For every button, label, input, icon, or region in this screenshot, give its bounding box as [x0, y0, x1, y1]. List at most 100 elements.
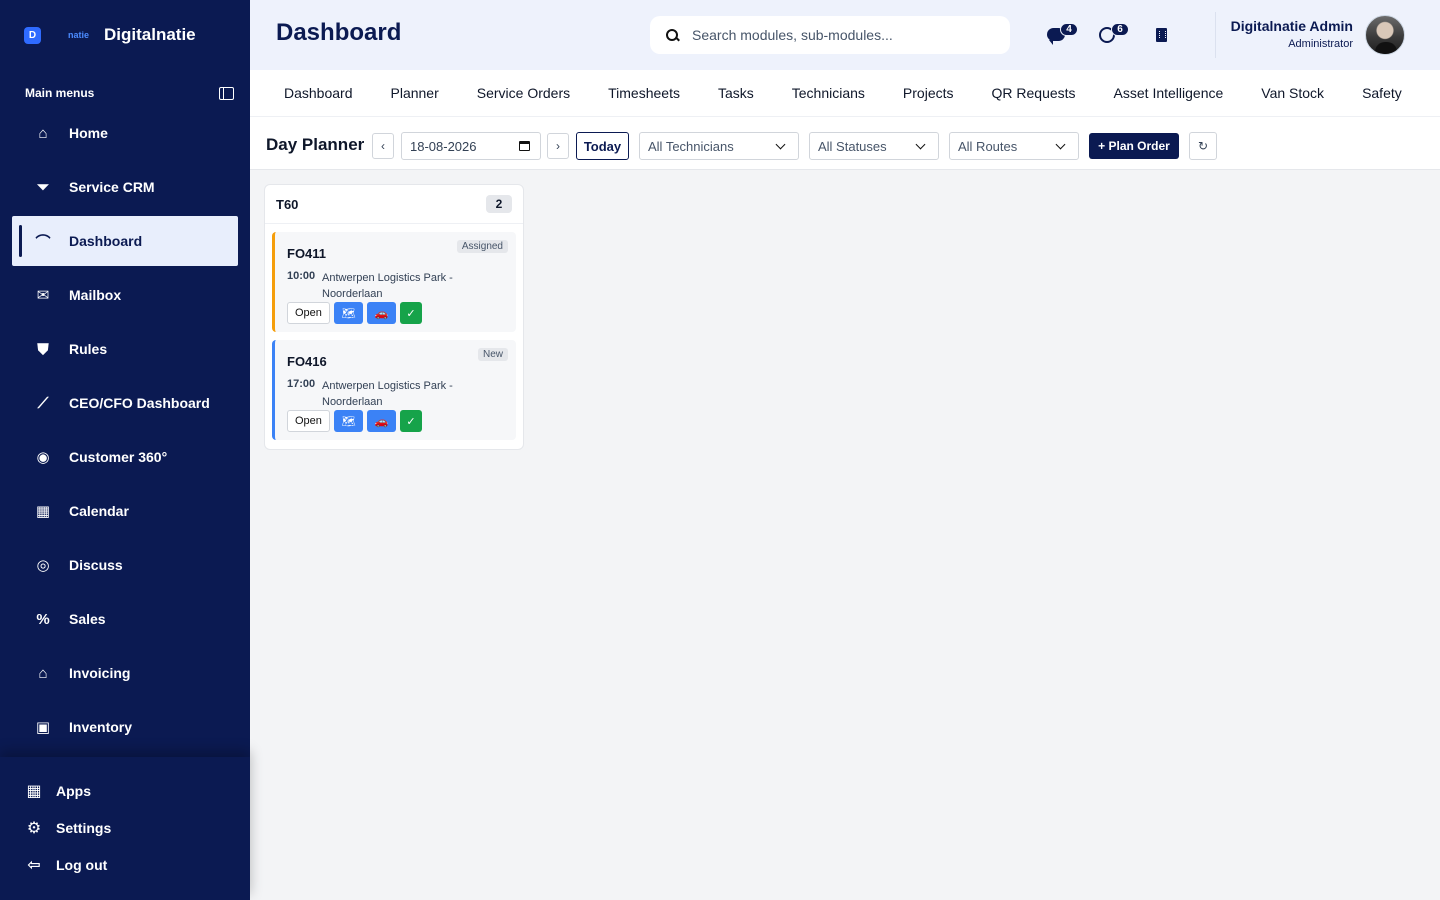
sidebar-item-label: Sales [69, 611, 106, 627]
card-actions: Open 🗺 🚗 ✓ [287, 302, 422, 324]
building-icon [1156, 28, 1167, 42]
chevron-down-icon [915, 139, 926, 150]
tab-qr-requests[interactable]: QR Requests [992, 85, 1076, 101]
planner-toolbar: Day Planner ‹ 18-08-2026 › Today All Tec… [250, 116, 1440, 170]
sidebar-item-label: Discuss [69, 557, 123, 573]
gauge-icon: ⌒ [35, 233, 51, 251]
company-switch-button[interactable] [1150, 24, 1176, 46]
tab-dashboard[interactable]: Dashboard [284, 85, 353, 101]
tab-safety[interactable]: Safety [1362, 85, 1402, 101]
plan-order-button[interactable]: + Plan Order [1089, 133, 1179, 159]
map-button[interactable]: 🗺 [333, 410, 363, 432]
search-icon [666, 28, 679, 42]
open-order-button[interactable]: Open [287, 302, 330, 324]
boxes-icon: ▣ [35, 719, 51, 736]
sidebar-collapse-icon[interactable] [219, 86, 234, 100]
previous-day-button[interactable]: ‹ [372, 133, 394, 159]
map-button[interactable]: 🗺 [333, 302, 363, 324]
map-icon: 🗺 [341, 307, 356, 320]
order-id: FO416 [287, 354, 327, 369]
today-button[interactable]: Today [576, 132, 629, 160]
sidebar-item-ceo-cfo-dashboard[interactable]: ⟋ CEO/CFO Dashboard [12, 378, 238, 428]
sidebar-item-logout[interactable]: ⇦ Log out [24, 855, 107, 875]
sidebar-item-invoicing[interactable]: ⌂ Invoicing [12, 648, 238, 698]
order-id: FO411 [287, 246, 327, 261]
sidebar-item-sales[interactable]: % Sales [12, 594, 238, 644]
open-order-button[interactable]: Open [287, 410, 330, 432]
percent-icon: % [36, 610, 50, 628]
sidebar-item-rules[interactable]: ⛊ Rules [12, 324, 238, 374]
main-menus-header: Main menus [25, 86, 234, 100]
map-icon: 🗺 [341, 415, 356, 428]
sidebar-item-label: Log out [56, 857, 108, 873]
car-icon: 🚗 [374, 415, 389, 428]
mail-icon: ✉ [36, 287, 50, 304]
status-badge: Assigned [456, 240, 508, 253]
logout-icon: ⇦ [27, 857, 41, 874]
sidebar: D natie Digitalnatie Main menus ⌂ Home ⏷ S… [0, 0, 250, 900]
route-button[interactable]: 🚗 [366, 410, 396, 432]
calendar-icon: ▦ [35, 503, 51, 520]
complete-button[interactable]: ✓ [399, 410, 422, 432]
planner-title: Day Planner [266, 135, 365, 154]
tab-technicians[interactable]: Technicians [792, 85, 865, 101]
route-filter-select[interactable]: All Routes [949, 132, 1079, 160]
sidebar-item-inventory[interactable]: ▣ Inventory [12, 702, 238, 752]
car-icon: 🚗 [374, 307, 389, 320]
tab-planner[interactable]: Planner [391, 85, 439, 101]
sidebar-item-label: Mailbox [69, 287, 122, 303]
search-bar[interactable] [650, 16, 1010, 54]
route-button[interactable]: 🚗 [366, 302, 396, 324]
sidebar-item-settings[interactable]: ⚙ Settings [24, 818, 111, 838]
technician-filter-value: All Technicians [648, 138, 734, 154]
sidebar-footer: ▦ Apps ⚙ Settings ⇦ Log out [0, 757, 250, 900]
sidebar-item-discuss[interactable]: ◎ Discuss [12, 540, 238, 590]
order-card[interactable]: FO411 Assigned 10:00 Antwerpen Logistics… [272, 232, 516, 332]
tab-service-orders[interactable]: Service Orders [477, 85, 570, 101]
technician-filter-select[interactable]: All Technicians [639, 132, 799, 160]
sidebar-item-label: Settings [56, 820, 112, 836]
bank-icon: ⌂ [38, 664, 48, 682]
home-icon: ⌂ [38, 124, 48, 142]
sidebar-item-label: CEO/CFO Dashboard [69, 395, 210, 411]
tab-projects[interactable]: Projects [903, 85, 954, 101]
date-value: 18-08-2026 [410, 138, 477, 154]
order-card[interactable]: FO416 New 17:00 Antwerpen Logistics Park… [272, 340, 516, 440]
status-badge: New [477, 348, 508, 361]
brand-logo[interactable]: D natie Digitalnatie [24, 22, 196, 48]
messages-button[interactable]: 4 [1047, 23, 1078, 46]
tab-van-stock[interactable]: Van Stock [1261, 85, 1324, 101]
sidebar-nav: ⌂ Home ⏷ Service CRM ⌒ Dashboard ✉ Mailbox ⛊… [12, 108, 238, 756]
status-filter-select[interactable]: All Statuses [809, 132, 939, 160]
next-day-button[interactable]: › [547, 133, 569, 159]
route-filter-value: All Routes [958, 138, 1018, 154]
refresh-button[interactable]: ↻ [1189, 132, 1217, 160]
gear-icon: ⚙ [26, 820, 42, 837]
chevron-down-icon [775, 139, 786, 150]
tab-tasks[interactable]: Tasks [718, 85, 754, 101]
avatar[interactable] [1365, 15, 1405, 55]
sidebar-item-customer-360[interactable]: ◉ Customer 360° [12, 432, 238, 482]
date-picker[interactable]: 18-08-2026 [401, 132, 541, 160]
shield-icon: ⛊ [37, 340, 49, 358]
tab-asset-intelligence[interactable]: Asset Intelligence [1114, 85, 1224, 101]
user-name[interactable]: Digitalnatie Admin [1231, 18, 1353, 34]
sidebar-item-apps[interactable]: ▦ Apps [24, 781, 91, 801]
activities-button[interactable]: 6 [1098, 23, 1129, 46]
page-title: Dashboard [276, 19, 402, 46]
user-circle-icon: ◉ [36, 449, 50, 466]
tab-timesheets[interactable]: Timesheets [608, 85, 680, 101]
complete-button[interactable]: ✓ [399, 302, 422, 324]
module-tabs: Dashboard Planner Service Orders Timeshe… [250, 70, 1440, 116]
logo-subtext: natie [68, 30, 90, 40]
sidebar-item-service-crm[interactable]: ⏷ Service CRM [12, 162, 238, 212]
status-filter-value: All Statuses [818, 138, 887, 154]
calendar-icon[interactable] [519, 141, 530, 151]
sidebar-item-dashboard[interactable]: ⌒ Dashboard [12, 216, 238, 266]
search-input[interactable] [692, 27, 992, 43]
sidebar-item-home[interactable]: ⌂ Home [12, 108, 238, 158]
column-title: T60 [276, 196, 299, 212]
sidebar-item-calendar[interactable]: ▦ Calendar [12, 486, 238, 536]
order-time: 17:00 [287, 378, 316, 390]
sidebar-item-mailbox[interactable]: ✉ Mailbox [12, 270, 238, 320]
